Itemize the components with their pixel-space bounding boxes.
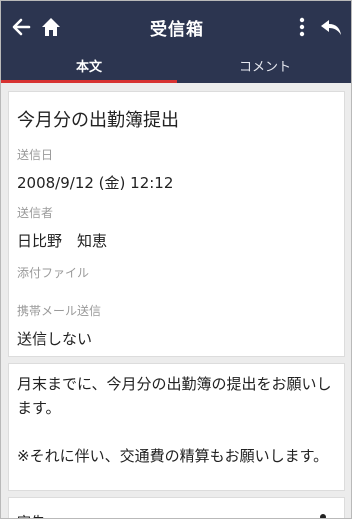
reply-button[interactable] xyxy=(317,13,345,41)
screen: 受信箱 本文 コメント 今月分の出勤簿提出 送信日 2008/9/12 (金) … xyxy=(0,0,352,519)
message-body: 月末までに、今月分の出勤簿の提出をお願いします。 ※それに伴い、交通費の精算もお… xyxy=(17,375,332,465)
message-subject: 今月分の出勤簿提出 xyxy=(17,110,179,131)
sent-date-value: 2008/9/12 (金) 12:12 xyxy=(17,174,174,192)
tab-bar: 本文 コメント xyxy=(1,55,351,83)
tab-comment[interactable]: コメント xyxy=(177,55,351,83)
sent-date-label: 送信日 xyxy=(17,148,54,162)
app-bar: 受信箱 本文 コメント xyxy=(1,1,351,83)
more-button[interactable] xyxy=(288,13,316,41)
top-bar: 受信箱 xyxy=(1,1,351,55)
message-details-card: 今月分の出勤簿提出 送信日 2008/9/12 (金) 12:12 送信者 日比… xyxy=(8,91,345,357)
more-vertical-icon xyxy=(299,17,305,37)
mobile-mail-value: 送信しない xyxy=(17,330,93,348)
expand-dot-icon xyxy=(320,514,326,518)
attachment-label: 添付ファイル xyxy=(17,266,90,280)
tab-comment-label: コメント xyxy=(238,60,291,75)
recipients-card[interactable]: 宛先 xyxy=(8,497,345,518)
sender-label: 送信者 xyxy=(17,206,54,220)
tab-body[interactable]: 本文 xyxy=(1,55,177,83)
recipients-label: 宛先 xyxy=(17,512,45,518)
mobile-mail-label: 携帯メール送信 xyxy=(17,304,102,318)
tab-body-label: 本文 xyxy=(75,60,102,75)
sender-value[interactable]: 日比野 知恵 xyxy=(17,230,107,251)
active-tab-indicator xyxy=(1,80,177,83)
message-body-card: 月末までに、今月分の出勤簿の提出をお願いします。 ※それに伴い、交通費の精算もお… xyxy=(8,363,345,491)
reply-icon xyxy=(321,20,341,35)
